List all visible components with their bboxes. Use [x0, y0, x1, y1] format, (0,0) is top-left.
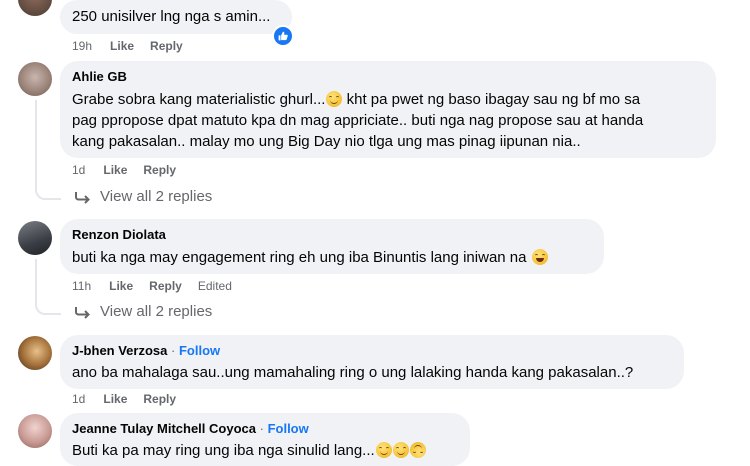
comment-text-line: buti ka nga may engagement ring eh ung i…	[72, 249, 531, 266]
avatar[interactable]	[18, 62, 52, 96]
comment-time[interactable]: 19h	[72, 39, 92, 53]
view-replies-label: View all 2 replies	[100, 303, 213, 320]
comment-actions: 19h Like Reply	[72, 39, 199, 53]
comment-text: buti ka nga may engagement ring eh ung i…	[72, 247, 548, 268]
avatar[interactable]	[18, 336, 52, 370]
comment-time[interactable]: 1d	[72, 392, 85, 406]
comment-text-line: pag ppropose dpat matuto kpa dn mag appr…	[72, 112, 644, 129]
separator-dot: ·	[259, 421, 264, 436]
comment-text: Buti ka pa may ring ung iba nga sinulid …	[72, 440, 426, 461]
reply-thread-line	[35, 259, 61, 315]
comment-bubble: J-bhen Verzosa · Follow ano ba mahalaga …	[60, 335, 684, 389]
avatar[interactable]	[18, 0, 52, 16]
laughing-emoji-icon	[531, 249, 548, 265]
like-button[interactable]: Like	[103, 163, 127, 177]
thumbs-up-icon	[278, 31, 288, 41]
avatar[interactable]	[18, 414, 52, 448]
comment-author: Jeanne Tulay Mitchell Coyoca · Follow	[72, 421, 309, 436]
reply-button[interactable]: Reply	[143, 392, 176, 406]
comment-author[interactable]: Renzon Diolata	[72, 227, 166, 242]
comment-author[interactable]: Ahlie GB	[72, 69, 127, 84]
reply-arrow-icon	[75, 191, 90, 204]
comment-author-name[interactable]: J-bhen Verzosa	[72, 343, 167, 358]
comment-text-line: Buti ka pa may ring ung iba nga sinulid …	[72, 442, 375, 459]
comment-bubble: Renzon Diolata buti ka nga may engagemen…	[60, 219, 604, 274]
comment-author: J-bhen Verzosa · Follow	[72, 343, 220, 358]
comment-text-line: kht pa pwet ng baso ibagay sau ng bf mo …	[342, 91, 641, 108]
grinning-emoji-icon	[392, 442, 409, 458]
reply-arrow-icon	[75, 306, 90, 319]
like-button[interactable]: Like	[109, 279, 133, 293]
comment-actions: 1d Like Reply	[72, 163, 192, 177]
comment-text-line: Grabe sobra kang materialistic ghurl...	[72, 91, 326, 108]
view-replies-link[interactable]: View all 2 replies	[74, 188, 212, 205]
comment-text-line: kang pakasalan.. malay mo ung Big Day ni…	[72, 133, 581, 150]
view-replies-link[interactable]: View all 2 replies	[74, 303, 212, 320]
like-button[interactable]: Like	[103, 392, 127, 406]
like-reaction-badge[interactable]	[272, 25, 294, 47]
reply-button[interactable]: Reply	[143, 163, 176, 177]
comment-text: ano ba mahalaga sau..ung mamahaling ring…	[72, 364, 634, 381]
comment-time[interactable]: 11h	[72, 279, 91, 293]
comment-text: 250 unisilver lng nga s amin...	[72, 8, 271, 25]
comment-bubble: 250 unisilver lng nga s amin...	[60, 0, 292, 34]
comment-actions: 1d Like Reply	[72, 392, 192, 406]
edited-label: Edited	[197, 279, 232, 293]
comment-bubble: Jeanne Tulay Mitchell Coyoca · Follow Bu…	[60, 413, 470, 466]
follow-button[interactable]: Follow	[268, 421, 309, 436]
grinning-emoji-icon	[326, 91, 343, 107]
separator-dot: ·	[171, 343, 176, 358]
view-replies-label: View all 2 replies	[100, 188, 213, 205]
avatar[interactable]	[18, 221, 52, 255]
grinning-emoji-icon	[375, 442, 392, 458]
comment-actions: 11h Like Reply Edited	[72, 279, 232, 293]
reply-button[interactable]: Reply	[150, 39, 183, 53]
follow-button[interactable]: Follow	[179, 343, 220, 358]
upside-down-emoji-icon	[409, 442, 426, 458]
reply-thread-line	[35, 100, 61, 200]
like-button[interactable]: Like	[110, 39, 134, 53]
comment-time[interactable]: 1d	[72, 163, 85, 177]
comment-text: Grabe sobra kang materialistic ghurl... …	[72, 89, 640, 110]
comment-author-name[interactable]: Jeanne Tulay Mitchell Coyoca	[72, 421, 256, 436]
reply-button[interactable]: Reply	[149, 279, 182, 293]
comment-bubble: Ahlie GB Grabe sobra kang materialistic …	[60, 61, 716, 158]
